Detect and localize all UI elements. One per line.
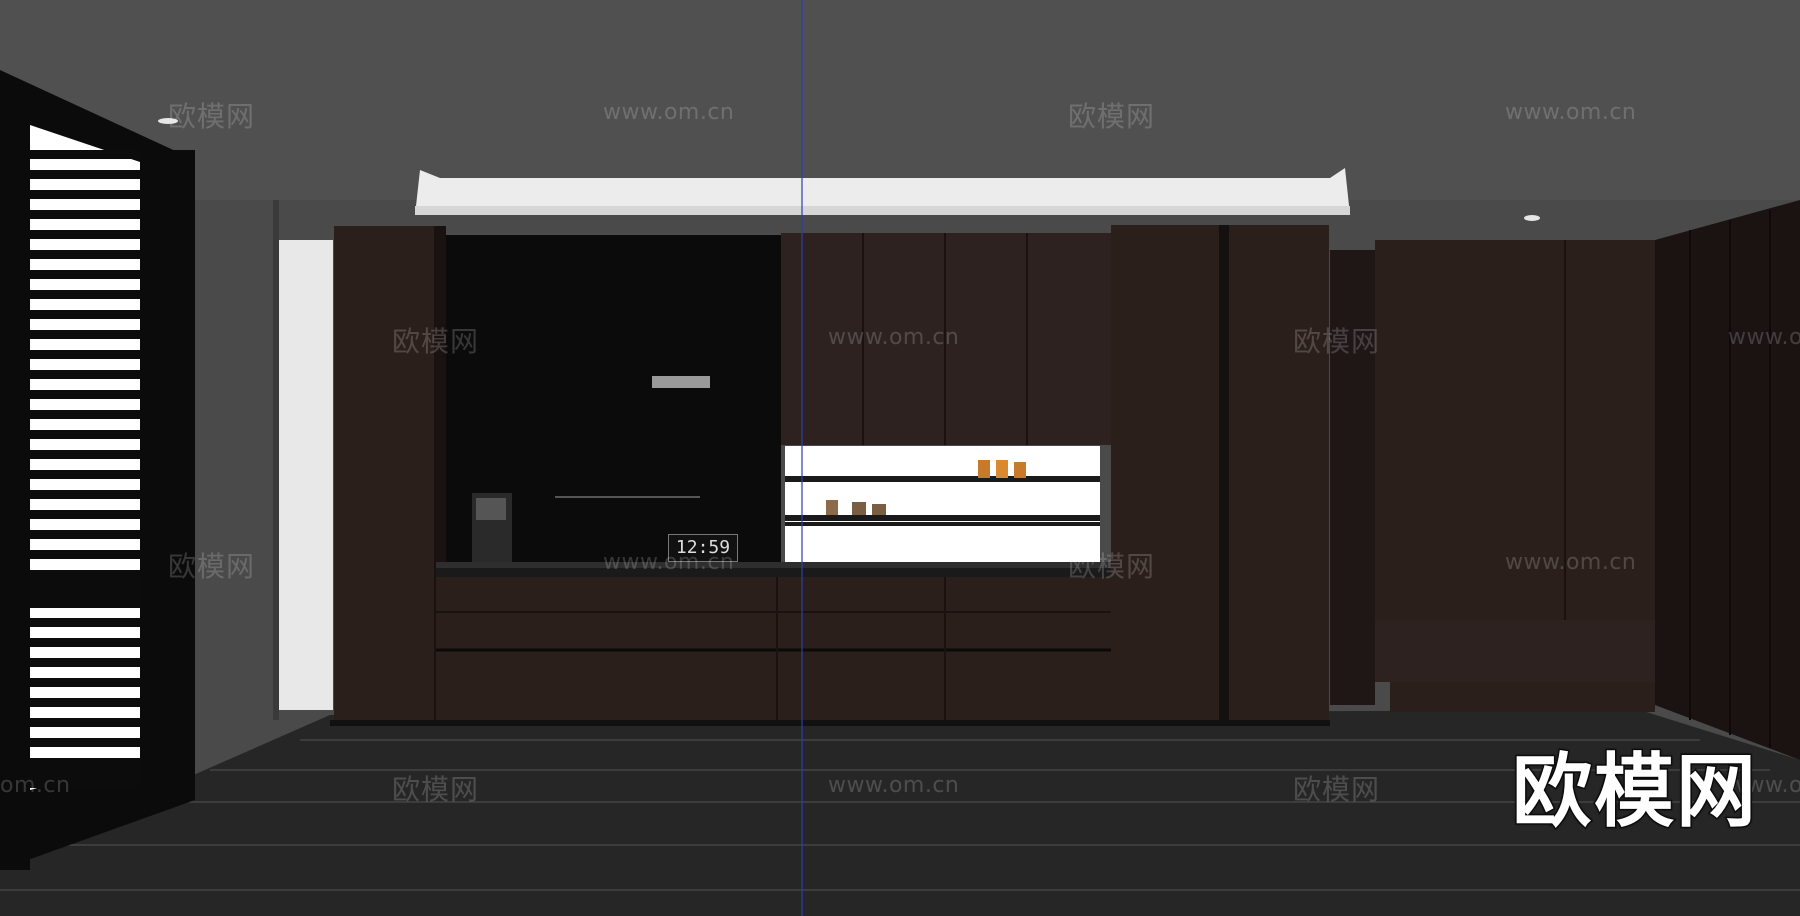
watermark-url: www.om.cn (1505, 100, 1637, 125)
door-frame (273, 200, 279, 720)
watermark-url: www.om.cn (1505, 550, 1637, 575)
soffit-edge (415, 206, 1350, 215)
watermark-brand: 欧模网 (392, 325, 480, 358)
watermark-url-partial: om.cn (0, 773, 71, 798)
watermark-url: www.om.cn (828, 773, 960, 798)
ceiling-downlight (1524, 215, 1540, 221)
lit-shelf-niche (785, 446, 1100, 562)
watermark-url: www.om.cn (603, 100, 735, 125)
watermark-brand: 欧模网 (1293, 325, 1381, 358)
watermark-brand: 欧模网 (1068, 550, 1156, 583)
watermark-brand: 欧模网 (1293, 773, 1381, 806)
countertop (436, 562, 1111, 568)
window-shutter (0, 100, 195, 870)
watermark-url: www.om.cn (828, 325, 960, 350)
watermark-brand: 欧模网 (168, 100, 256, 133)
watermark-url: www.om.cn (1728, 325, 1800, 350)
door-opening (273, 240, 333, 710)
watermark-url: www.om.cn (603, 550, 735, 575)
watermark-brand: 欧模网 (1068, 100, 1156, 133)
coffee-machine (472, 493, 512, 563)
watermark-brand: 欧模网 (392, 773, 480, 806)
range-hood (652, 376, 710, 388)
watermark-brand: 欧模网 (168, 550, 256, 583)
brand-logo-text: 欧模网 (1511, 744, 1758, 840)
